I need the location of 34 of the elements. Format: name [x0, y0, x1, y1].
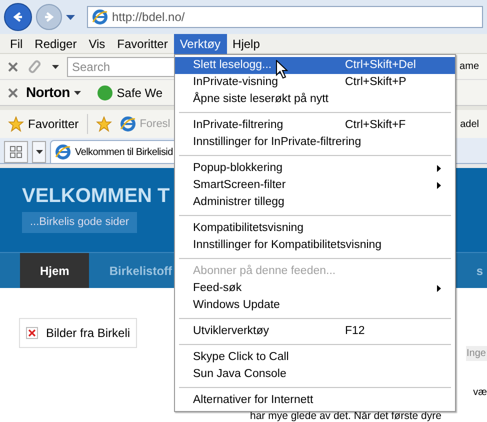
menu-item[interactable]: Windows Update [175, 297, 455, 314]
menu-item[interactable]: Kompatibilitetsvisning [175, 220, 455, 237]
menu-item[interactable]: Alternativer for Internett [175, 392, 455, 409]
menu-bar-item[interactable]: Verktøy [174, 34, 227, 54]
menu-item[interactable]: Skype Click to Call [175, 349, 455, 366]
menu-bar-item[interactable]: Favoritter [111, 34, 174, 54]
address-bar[interactable]: http://bdel.no/ [87, 6, 483, 28]
menu-item[interactable]: SmartScreen-filter [175, 177, 455, 194]
nav-tab[interactable]: Hjem [20, 253, 90, 288]
menu-item[interactable]: InPrivate-filtrering Ctrl+Skift+F [175, 117, 455, 134]
menu-bar-item[interactable]: Hjelp [226, 34, 266, 54]
menu-item[interactable]: Administrer tillegg [175, 194, 455, 211]
menu-item[interactable]: Innstillinger for InPrivate-filtrering [175, 134, 455, 151]
menu-item[interactable]: Åpne siste leserøkt på nytt [175, 91, 455, 108]
site-tagline: ...Birkelis gode sider [22, 212, 138, 232]
favorites-button[interactable]: Favoritter [8, 115, 79, 133]
menu-bar-item[interactable]: Rediger [28, 34, 83, 54]
safe-web-button[interactable]: Safe We [96, 84, 163, 102]
menu-item[interactable]: Utviklerverktøy F12 [175, 323, 455, 340]
page-text: væ [473, 386, 487, 400]
menu-item[interactable]: InPrivate-visning Ctrl+Skift+P [175, 74, 455, 91]
broken-image: Bilder fra Birkeli [19, 318, 138, 348]
menu-bar-item[interactable]: Fil [4, 34, 29, 54]
menu-item[interactable]: Feed-søk [175, 280, 455, 297]
menu-item[interactable]: Slett leselogg... Ctrl+Skift+Del [175, 57, 455, 74]
menu-bar-item[interactable]: Vis [82, 34, 112, 54]
favorites-bar-text: adel [460, 118, 479, 132]
menu-item[interactable]: Sun Java Console [175, 366, 455, 383]
norton-menu[interactable]: Norton [26, 82, 81, 103]
site-heading: VELKOMMEN T [22, 186, 170, 206]
page-text: Inge [466, 346, 487, 361]
menu-item[interactable]: Popup-blokkering [175, 160, 455, 177]
toolbar-text: ame [460, 60, 479, 74]
menu-item[interactable]: Innstillinger for Kompatibilitetsvisning [175, 237, 455, 254]
